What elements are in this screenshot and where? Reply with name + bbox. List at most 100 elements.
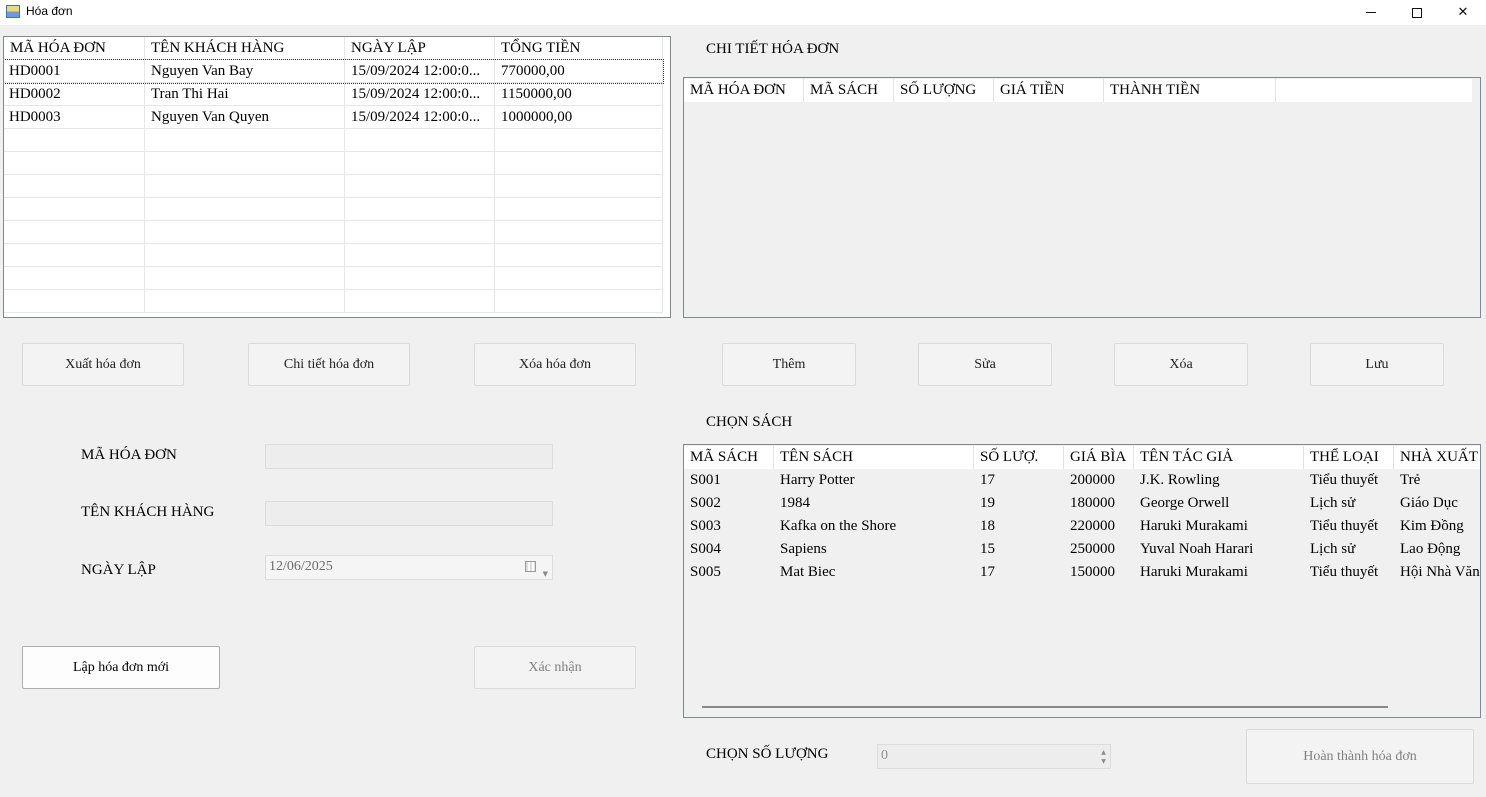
complete-invoice-button[interactable]: Hoàn thành hóa đơn: [1246, 729, 1474, 784]
invoice-grid-cell[interactable]: 15/09/2024 12:00:0...: [345, 60, 495, 83]
book-grid-cell[interactable]: Trẻ: [1394, 469, 1480, 492]
book-grid-cell[interactable]: S003: [684, 515, 774, 538]
invoice-grid-cell[interactable]: Nguyen Van Quyen: [145, 106, 345, 129]
invoice-grid-cell[interactable]: 15/09/2024 12:00:0...: [345, 83, 495, 106]
invoice-grid-cell[interactable]: HD0003: [4, 106, 145, 129]
detail-grid-column-header[interactable]: SỐ LƯỢNG: [894, 79, 994, 102]
book-grid-row[interactable]: S001 Harry Potter 17 200000 J.K. Rowling Tiểu…: [684, 469, 1480, 492]
invoice-grid-column-header[interactable]: TỔNG TIỀN: [495, 37, 663, 60]
close-button[interactable]: ✕: [1440, 0, 1486, 25]
invoice-grid-cell[interactable]: 770000,00: [495, 60, 663, 83]
book-grid-cell[interactable]: S005: [684, 561, 774, 584]
invoice-grid[interactable]: MÃ HÓA ĐƠN TÊN KHÁCH HÀNG NGÀY LẬP TỔNG TIỀ…: [3, 36, 671, 318]
book-grid-cell[interactable]: S002: [684, 492, 774, 515]
book-grid-row[interactable]: S004 Sapiens 15 250000 Yuval Noah Harari Lịch…: [684, 538, 1480, 561]
book-grid-cell[interactable]: Kafka on the Shore: [774, 515, 974, 538]
detail-grid-column-header[interactable]: THÀNH TIỀN: [1104, 79, 1276, 102]
book-grid-cell[interactable]: 220000: [1064, 515, 1134, 538]
book-grid-column-header[interactable]: GIÁ BÌA: [1064, 446, 1134, 469]
book-grid-cell[interactable]: Haruki Murakami: [1134, 561, 1304, 584]
horizontal-scrollbar[interactable]: [702, 706, 1388, 708]
book-grid-cell[interactable]: S001: [684, 469, 774, 492]
book-grid-cell[interactable]: J.K. Rowling: [1134, 469, 1304, 492]
book-grid-cell[interactable]: Lao Động: [1394, 538, 1480, 561]
book-grid-cell[interactable]: Haruki Murakami: [1134, 515, 1304, 538]
invoice-grid-column-header[interactable]: TÊN KHÁCH HÀNG: [145, 37, 345, 60]
invoice-detail-button[interactable]: Chi tiết hóa đơn: [248, 343, 410, 386]
spin-arrows-icon[interactable]: ▲ ▼: [1099, 748, 1108, 766]
invoice-grid-header-row: MÃ HÓA ĐƠN TÊN KHÁCH HÀNG NGÀY LẬP TỔNG TIỀ…: [4, 37, 663, 60]
book-grid-column-header[interactable]: MÃ SÁCH: [684, 446, 774, 469]
invoice-grid-cell[interactable]: 1150000,00: [495, 83, 663, 106]
book-grid-cell[interactable]: Tiểu thuyết: [1304, 515, 1394, 538]
book-grid-cell[interactable]: 18: [974, 515, 1064, 538]
book-grid-cell[interactable]: Kim Đồng: [1394, 515, 1480, 538]
invoice-id-field[interactable]: [265, 444, 553, 469]
book-grid-row[interactable]: S002 1984 19 180000 George Orwell Lịch sử Giáo…: [684, 492, 1480, 515]
invoice-grid-row[interactable]: HD0003 Nguyen Van Quyen 15/09/2024 12:00:0…: [4, 106, 663, 129]
confirm-button[interactable]: Xác nhận: [474, 646, 636, 689]
detail-grid-column-header[interactable]: MÃ SÁCH: [804, 79, 894, 102]
book-grid-cell[interactable]: Tiểu thuyết: [1304, 469, 1394, 492]
book-grid-cell[interactable]: Giáo Dục: [1394, 492, 1480, 515]
book-grid-cell[interactable]: Lịch sử: [1304, 538, 1394, 561]
book-grid-column-header[interactable]: NHÀ XUẤT: [1394, 446, 1480, 469]
invoice-detail-grid[interactable]: MÃ HÓA ĐƠN MÃ SÁCH SỐ LƯỢNG GIÁ TIỀN THÀNH T…: [683, 77, 1481, 318]
invoice-grid-cell[interactable]: HD0001: [4, 60, 145, 83]
book-grid-cell[interactable]: 180000: [1064, 492, 1134, 515]
book-grid-column-header[interactable]: TÊN TÁC GIẢ: [1134, 446, 1304, 469]
invoice-grid-empty-cell: [345, 175, 495, 198]
book-grid-cell[interactable]: George Orwell: [1134, 492, 1304, 515]
book-grid-cell[interactable]: Mat Biec: [774, 561, 974, 584]
book-grid-cell[interactable]: Harry Potter: [774, 469, 974, 492]
invoice-grid-empty-row: [4, 198, 663, 221]
invoice-grid-column-header[interactable]: NGÀY LẬP: [345, 37, 495, 60]
book-grid-cell[interactable]: Hội Nhà Văn: [1394, 561, 1480, 584]
edit-button[interactable]: Sửa: [918, 343, 1052, 386]
book-grid-cell[interactable]: 17: [974, 469, 1064, 492]
invoice-grid-cell[interactable]: 1000000,00: [495, 106, 663, 129]
book-grid-cell[interactable]: Lịch sử: [1304, 492, 1394, 515]
book-grid-column-header[interactable]: SỐ LƯỢ.: [974, 446, 1064, 469]
invoice-grid-cell[interactable]: Nguyen Van Bay: [145, 60, 345, 83]
save-button[interactable]: Lưu: [1310, 343, 1444, 386]
detail-grid-column-header[interactable]: GIÁ TIỀN: [994, 79, 1104, 102]
maximize-button[interactable]: [1394, 0, 1440, 25]
book-grid-cell[interactable]: 17: [974, 561, 1064, 584]
book-grid-cell[interactable]: 250000: [1064, 538, 1134, 561]
chevron-down-icon[interactable]: ▼: [543, 563, 548, 585]
invoice-grid-cell[interactable]: 15/09/2024 12:00:0...: [345, 106, 495, 129]
calendar-icon[interactable]: [525, 561, 536, 572]
book-grid-row[interactable]: S005 Mat Biec 17 150000 Haruki Murakami Tiểu …: [684, 561, 1480, 584]
invoice-grid-row[interactable]: HD0002 Tran Thi Hai 15/09/2024 12:00:0... 1…: [4, 83, 663, 106]
add-button[interactable]: Thêm: [722, 343, 856, 386]
book-grid-cell[interactable]: 15: [974, 538, 1064, 561]
export-invoice-button[interactable]: Xuất hóa đơn: [22, 343, 184, 386]
book-grid-cell[interactable]: 19: [974, 492, 1064, 515]
book-grid-column-header[interactable]: THỂ LOẠI: [1304, 446, 1394, 469]
invoice-grid-row[interactable]: HD0001 Nguyen Van Bay 15/09/2024 12:00:0..…: [4, 59, 664, 84]
invoice-grid-cell[interactable]: HD0002: [4, 83, 145, 106]
book-grid-cell[interactable]: 1984: [774, 492, 974, 515]
customer-name-field[interactable]: [265, 501, 553, 526]
new-invoice-button[interactable]: Lập hóa đơn mới: [22, 646, 220, 689]
book-grid-row[interactable]: S003 Kafka on the Shore 18 220000 Haruki Mur…: [684, 515, 1480, 538]
invoice-grid-cell[interactable]: Tran Thi Hai: [145, 83, 345, 106]
book-grid-cell[interactable]: 150000: [1064, 561, 1134, 584]
invoice-grid-column-header[interactable]: MÃ HÓA ĐƠN: [4, 37, 145, 60]
date-picker[interactable]: 12/06/2025 ▼: [265, 555, 553, 580]
book-grid-cell[interactable]: Tiểu thuyết: [1304, 561, 1394, 584]
book-grid[interactable]: MÃ SÁCH TÊN SÁCH SỐ LƯỢ. GIÁ BÌA TÊN TÁC GIẢ…: [683, 444, 1481, 718]
book-grid-cell[interactable]: Yuval Noah Harari: [1134, 538, 1304, 561]
minimize-button[interactable]: [1348, 0, 1394, 25]
book-grid-cell[interactable]: 200000: [1064, 469, 1134, 492]
book-grid-column-header[interactable]: TÊN SÁCH: [774, 446, 974, 469]
book-grid-cell[interactable]: S004: [684, 538, 774, 561]
invoice-grid-empty-row: [4, 221, 663, 244]
delete-invoice-button[interactable]: Xóa hóa đơn: [474, 343, 636, 386]
delete-button[interactable]: Xóa: [1114, 343, 1248, 386]
quantity-stepper[interactable]: 0 ▲ ▼: [877, 744, 1111, 769]
detail-grid-column-header[interactable]: MÃ HÓA ĐƠN: [684, 79, 804, 102]
book-grid-cell[interactable]: Sapiens: [774, 538, 974, 561]
detail-grid-header-row: MÃ HÓA ĐƠN MÃ SÁCH SỐ LƯỢNG GIÁ TIỀN THÀNH T…: [684, 79, 1472, 102]
